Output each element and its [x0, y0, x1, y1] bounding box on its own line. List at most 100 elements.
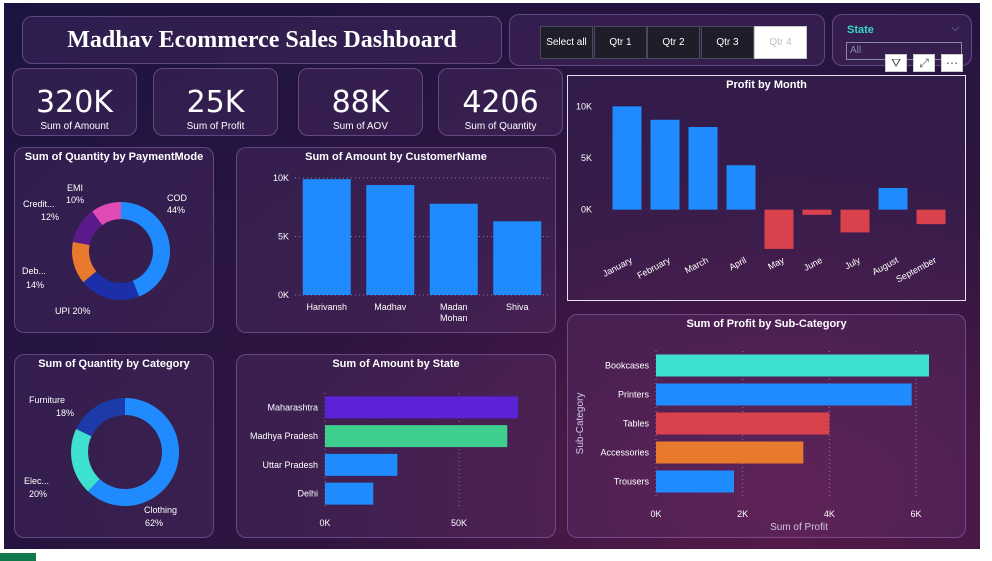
slice-value-label: UPI 20%: [55, 306, 91, 316]
bar-maharashtra: [325, 396, 518, 419]
x-tick-label: Shiva: [506, 302, 529, 312]
slicer-select-all-button[interactable]: Select all: [540, 26, 593, 59]
customer-amount-card: Sum of Amount by CustomerName 0K 5K 10K Har…: [236, 147, 556, 333]
x-tick-label: March: [683, 255, 710, 276]
y-tick-label: Uttar Pradesh: [262, 460, 318, 470]
y-axis-title: Sub-Category: [575, 393, 586, 455]
bar-may: [764, 209, 794, 249]
kpi-card-aov: 88K Sum of AOV: [298, 68, 423, 136]
x-tick-label: 4K: [824, 509, 835, 519]
subcategory-profit-card: Sum of Profit by Sub-Category 0K 2K 4K 6K Bo…: [567, 314, 966, 538]
slice-label: COD: [167, 193, 188, 203]
more-options-icon[interactable]: ⋯: [941, 54, 963, 72]
slice-value-label: 14%: [26, 280, 44, 290]
bar-uttar-pradesh: [325, 453, 398, 476]
state-slicer-label: State: [847, 24, 874, 36]
y-tick-label: Madhya Pradesh: [250, 431, 318, 441]
x-tick-label: May: [766, 255, 786, 272]
bar-august: [878, 187, 908, 210]
slice-label: Furniture: [29, 395, 65, 405]
quarter-slicer: Select all Qtr 1 Qtr 2 Qtr 3 Qtr 4: [509, 14, 825, 66]
x-tick-label: Harivansh: [306, 302, 347, 312]
state-bar-chart: 0K 50K Maharashtra Madhya Pradesh Uttar Prad…: [250, 393, 518, 528]
donut-slice-furniture: [76, 398, 125, 437]
y-tick-label: Delhi: [297, 489, 318, 499]
bar-bookcases: [656, 354, 929, 377]
chevron-down-icon[interactable]: ⌵: [951, 23, 959, 34]
x-tick-label: June: [802, 255, 824, 273]
customer-bar-chart: 0K 5K 10K Harivansh Madhav MadanMohan Shiva: [273, 173, 549, 323]
kpi-label: Sum of Quantity: [464, 121, 537, 132]
bar-harivansh: [302, 179, 351, 295]
y-tick-label: Trousers: [614, 477, 650, 487]
y-tick-label: Maharashtra: [267, 402, 318, 412]
bar-february: [650, 119, 680, 210]
bar-madhav: [366, 185, 415, 295]
kpi-label: Sum of AOV: [332, 121, 389, 132]
bar-january: [612, 106, 642, 210]
bar-accessories: [656, 441, 804, 464]
x-tick-label: August: [870, 255, 900, 277]
x-tick-label: Mohan: [440, 313, 468, 323]
slice-value-label: 12%: [41, 212, 59, 222]
slice-label: Deb...: [22, 266, 46, 276]
x-tick-label: 2K: [737, 509, 748, 519]
y-tick-label: Bookcases: [605, 361, 650, 371]
kpi-value: 320K: [36, 85, 113, 120]
bar-march: [688, 127, 718, 210]
kpi-card-quantity: 4206 Sum of Quantity: [438, 68, 563, 136]
bar-june: [802, 209, 832, 215]
slicer-qtr4-button[interactable]: Qtr 4: [754, 26, 807, 59]
y-tick-label: 0K: [581, 205, 592, 215]
bar-tables: [656, 412, 830, 435]
bar-september: [916, 209, 946, 225]
bar-madhya-pradesh: [325, 425, 508, 448]
slice-label: EMI: [67, 183, 83, 193]
bar-july: [840, 209, 870, 233]
x-tick-label: 50K: [451, 518, 467, 528]
filter-icon[interactable]: ⛛: [885, 54, 907, 72]
x-tick-label: 0K: [319, 518, 330, 528]
x-axis-title: Sum of Profit: [770, 522, 828, 533]
slice-value-label: 62%: [145, 518, 163, 528]
dashboard-canvas: Madhav Ecommerce Sales Dashboard Select …: [4, 3, 980, 549]
bar-delhi: [325, 482, 374, 505]
x-tick-label: September: [894, 255, 938, 285]
focus-mode-icon[interactable]: ⤢: [913, 54, 935, 72]
month-bar-chart: 0K 5K 10K January February March April May June J…: [576, 101, 946, 285]
y-tick-label: 10K: [273, 173, 289, 183]
category-quantity-card: Sum of Quantity by Category Clothing 62% E…: [14, 354, 214, 538]
state-amount-card: Sum of Amount by State 0K 50K Maharashtra M…: [236, 354, 556, 538]
kpi-label: Sum of Amount: [40, 121, 109, 132]
bar-printers: [656, 383, 912, 406]
x-tick-label: April: [727, 255, 748, 272]
category-donut-chart: Clothing 62% Elec... 20% Furniture 18%: [24, 395, 179, 528]
x-tick-label: 6K: [910, 509, 921, 519]
y-tick-label: 5K: [581, 153, 592, 163]
slice-label: Credit...: [23, 199, 55, 209]
slicer-qtr2-button[interactable]: Qtr 2: [647, 26, 700, 59]
y-tick-label: Tables: [623, 419, 650, 429]
payment-donut-chart: COD 44% UPI 20% Deb... 14% Credit... 12% EMI 10%: [22, 183, 188, 316]
kpi-value: 4206: [462, 85, 539, 120]
y-tick-label: 0K: [278, 290, 289, 300]
slice-value-label: 10%: [66, 195, 84, 205]
bar-trousers: [656, 470, 734, 493]
kpi-card-profit: 25K Sum of Profit: [153, 68, 278, 136]
x-tick-label: January: [601, 255, 634, 279]
profit-by-month-card[interactable]: Profit by Month 0K 5K 10K January February Ma…: [567, 75, 966, 301]
bar-madan-mohan: [429, 203, 478, 295]
y-tick-label: 5K: [278, 232, 289, 242]
slice-value-label: 20%: [29, 489, 47, 499]
y-tick-label: 10K: [576, 101, 592, 111]
donut-slice-upi: [83, 271, 140, 300]
slicer-qtr3-button[interactable]: Qtr 3: [701, 26, 754, 59]
x-tick-label: Madan: [440, 302, 468, 312]
x-tick-label: February: [635, 255, 672, 281]
kpi-value: 88K: [331, 85, 390, 120]
slicer-qtr1-button[interactable]: Qtr 1: [594, 26, 647, 59]
x-tick-label: 0K: [650, 509, 661, 519]
subcategory-bar-chart: 0K 2K 4K 6K Bookcases Printers Tables Accessori…: [575, 351, 929, 533]
x-tick-label: July: [843, 255, 862, 272]
slice-label: Elec...: [24, 476, 49, 486]
